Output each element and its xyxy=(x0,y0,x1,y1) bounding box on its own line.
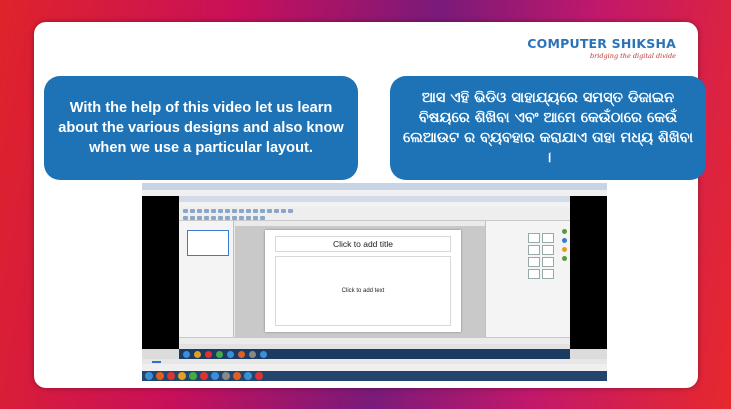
sidebar-icons xyxy=(562,229,568,265)
vlc-title-bar xyxy=(142,183,607,190)
video-player[interactable]: Click to add title Click to add text xyxy=(142,183,607,381)
slides-pane xyxy=(179,221,234,337)
video-frame: Click to add title Click to add text xyxy=(142,183,607,371)
recorded-taskbar xyxy=(179,349,570,359)
letterbox-right xyxy=(570,196,607,349)
text-placeholder-label: Click to add text xyxy=(341,288,385,294)
letterbox-left xyxy=(142,196,179,349)
text-placeholder: Click to add text xyxy=(275,256,451,326)
view-tabs xyxy=(235,221,485,226)
odia-caption-bubble: ଆସ ଏହି ଭିଡିଓ ସାହାଯ୍ୟରେ ସମସ୍ତ ଡିଜାଇନ ବିଷୟ… xyxy=(390,76,706,180)
slide-thumbnail xyxy=(187,230,229,256)
impress-window: Click to add title Click to add text xyxy=(179,196,570,349)
odia-caption-text: ଆସ ଏହି ଭିଡିଓ ସାହାଯ୍ୟରେ ସମସ୍ତ ଡିଜାଇନ ବିଷୟ… xyxy=(402,90,693,166)
slide-page: Click to add title Click to add text xyxy=(265,230,461,332)
brand-logo: COMPUTER SHIKSHA bridging the digital di… xyxy=(527,36,676,60)
brand-name: COMPUTER SHIKSHA xyxy=(527,36,676,51)
host-taskbar xyxy=(142,371,607,381)
brand-tagline: bridging the digital divide xyxy=(590,52,676,60)
impress-toolbar xyxy=(179,207,570,221)
playback-controls[interactable] xyxy=(142,364,607,371)
slide-edit-area: Click to add title Click to add text xyxy=(235,221,485,337)
slide-card: COMPUTER SHIKSHA bridging the digital di… xyxy=(34,22,706,388)
layouts-grid xyxy=(528,233,554,279)
title-placeholder: Click to add title xyxy=(275,236,451,252)
properties-pane xyxy=(485,221,570,337)
english-caption-text: With the help of this video let us learn… xyxy=(58,100,344,156)
seek-progress xyxy=(152,361,161,363)
drawing-toolbar xyxy=(179,337,570,344)
english-caption-bubble: With the help of this video let us learn… xyxy=(44,76,358,180)
